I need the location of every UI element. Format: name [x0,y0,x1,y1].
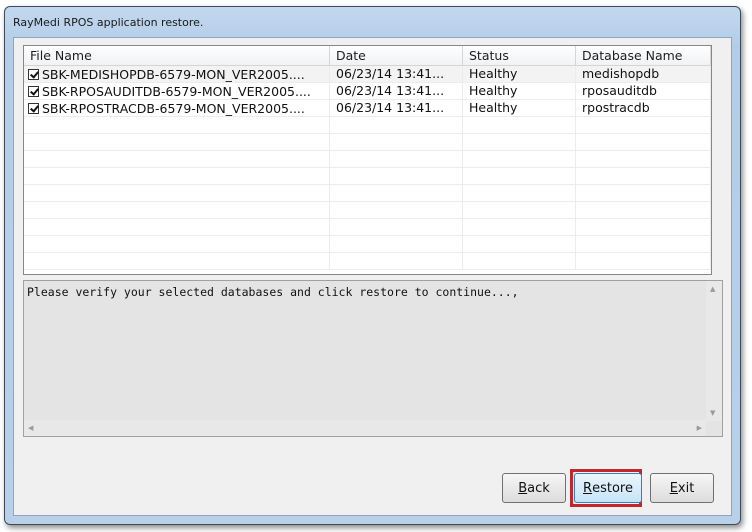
file-name-cell: SBK-MEDISHOPDB-6579-MON_VER2005.... [42,66,305,82]
back-button[interactable]: Back [502,473,566,503]
window-title: RayMedi RPOS application restore. [13,16,204,29]
vertical-scrollbar[interactable]: ▲ ▼ [706,281,722,421]
column-header-database-name[interactable]: Database Name [576,46,711,66]
exit-button[interactable]: Exit [650,473,714,503]
date-cell: 06/23/14 13:41... [330,100,463,117]
backup-file-grid[interactable]: File Name Date Status Database Name SBK-… [23,45,712,275]
empty-row [24,168,711,185]
status-cell: Healthy [463,66,576,83]
file-name-cell: SBK-RPOSAUDITDB-6579-MON_VER2005.... [42,83,311,99]
row-checkbox[interactable] [28,69,39,80]
message-textbox[interactable]: Please verify your selected databases an… [23,280,723,437]
date-cell: 06/23/14 13:41... [330,83,463,100]
empty-row [24,151,711,168]
row-checkbox[interactable] [28,86,39,97]
client-area: File Name Date Status Database Name SBK-… [13,37,732,516]
scroll-left-icon[interactable]: ◀ [28,424,33,432]
file-name-cell: SBK-RPOSTRACDB-6579-MON_VER2005.... [42,100,305,116]
scroll-down-icon[interactable]: ▼ [710,409,715,417]
empty-row [24,219,711,236]
empty-row [24,236,711,253]
empty-row [24,202,711,219]
database-name-cell: medishopdb [576,66,711,83]
database-name-cell: rposauditdb [576,83,711,100]
status-cell: Healthy [463,100,576,117]
status-cell: Healthy [463,83,576,100]
column-header-file-name[interactable]: File Name [24,46,330,66]
empty-row [24,253,711,270]
empty-row [24,117,711,134]
scroll-right-icon[interactable]: ▶ [697,424,702,432]
grid-body: SBK-MEDISHOPDB-6579-MON_VER2005.... 06/2… [24,66,711,270]
table-row[interactable]: SBK-RPOSAUDITDB-6579-MON_VER2005.... 06/… [24,83,711,100]
table-row[interactable]: SBK-MEDISHOPDB-6579-MON_VER2005.... 06/2… [24,66,711,83]
column-header-status[interactable]: Status [463,46,576,66]
restore-button[interactable]: Restore [574,473,642,503]
message-text: Please verify your selected databases an… [27,285,519,299]
date-cell: 06/23/14 13:41... [330,66,463,83]
restore-window: RayMedi RPOS application restore. File N… [4,6,741,525]
table-row[interactable]: SBK-RPOSTRACDB-6579-MON_VER2005.... 06/2… [24,100,711,117]
horizontal-scrollbar[interactable]: ◀ ▶ [24,420,706,436]
empty-row [24,134,711,151]
scroll-up-icon[interactable]: ▲ [710,285,715,293]
row-checkbox[interactable] [28,103,39,114]
column-header-date[interactable]: Date [330,46,463,66]
grid-header: File Name Date Status Database Name [24,46,711,66]
empty-row [24,185,711,202]
database-name-cell: rpostracdb [576,100,711,117]
